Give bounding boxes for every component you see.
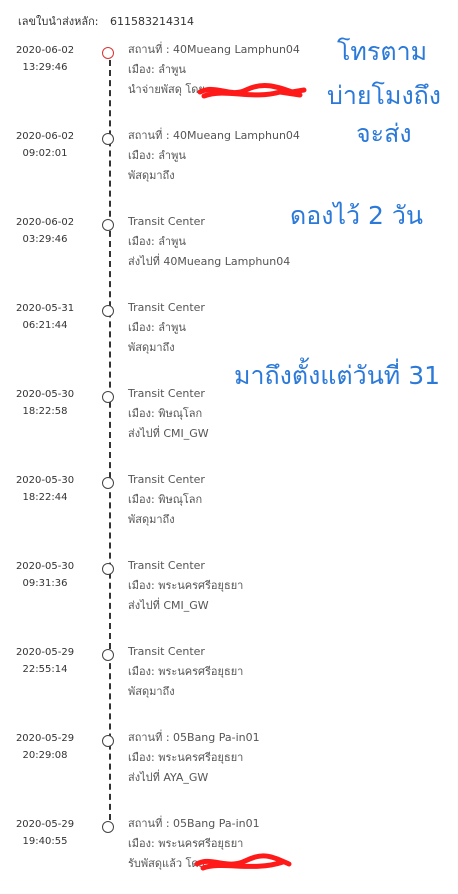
event-date: 2020-05-30 <box>15 475 75 486</box>
event-date: 2020-05-29 <box>15 647 75 658</box>
event-city: เมือง: พระนครศรีอยุธยา <box>128 751 244 764</box>
event-city: เมือง: ลำพูน <box>128 235 186 248</box>
event-date: 2020-06-02 <box>15 217 75 228</box>
event-datetime: 2020-05-29 22:55:14 <box>0 644 90 678</box>
event-time: 22:55:14 <box>22 664 68 675</box>
event-status: ส่งไปที่ 40Mueang Lamphun04 <box>128 255 291 268</box>
event-time: 09:02:01 <box>22 148 68 159</box>
redaction-scribble-1 <box>197 83 307 99</box>
timeline-dot <box>102 47 114 59</box>
event-location: สถานที่ : 40Mueang Lamphun04 <box>128 43 300 56</box>
event-date: 2020-05-29 <box>15 733 75 744</box>
event-datetime: 2020-05-30 18:22:58 <box>0 386 90 420</box>
event-time: 18:22:58 <box>22 406 68 417</box>
event-date: 2020-05-29 <box>15 819 75 830</box>
event-datetime: 2020-05-30 09:31:36 <box>0 558 90 592</box>
event-datetime: 2020-05-29 20:29:08 <box>0 730 90 764</box>
timeline-event: 2020-06-02 09:02:01 สถานที่ : 40Mueang Lam… <box>0 126 330 206</box>
annotation-call-1: โทรตาม <box>337 37 428 66</box>
event-location: Transit Center <box>128 559 205 572</box>
event-status: ส่งไปที่ AYA_GW <box>128 771 209 784</box>
timeline-event: 2020-05-29 20:29:08 สถานที่ : 05Bang Pa-in… <box>0 728 330 808</box>
event-location: Transit Center <box>128 387 205 400</box>
timeline-dot <box>102 305 114 317</box>
annotation-held: ดองไว้ 2 วัน <box>290 201 423 230</box>
event-time: 13:29:46 <box>22 62 68 73</box>
timeline-dot <box>102 649 114 661</box>
event-datetime: 2020-05-30 18:22:44 <box>0 472 90 506</box>
event-city: เมือง: พระนครศรีอยุธยา <box>128 579 244 592</box>
event-date: 2020-06-02 <box>15 131 75 142</box>
timeline-dot <box>102 477 114 489</box>
event-time: 03:29:46 <box>22 234 68 245</box>
annotation-call-2: บ่ายโมงถึง <box>327 81 442 110</box>
event-time: 19:40:55 <box>22 836 68 847</box>
event-city: เมือง: พระนครศรีอยุธยา <box>128 837 244 850</box>
event-city: เมือง: ลำพูน <box>128 321 186 334</box>
timeline-dot <box>102 133 114 145</box>
event-location: Transit Center <box>128 215 205 228</box>
event-location: สถานที่ : 40Mueang Lamphun04 <box>128 129 300 142</box>
event-datetime: 2020-06-02 09:02:01 <box>0 128 90 162</box>
event-datetime: 2020-05-31 06:21:44 <box>0 300 90 334</box>
event-city: เมือง: พระนครศรีอยุธยา <box>128 665 244 678</box>
timeline-event: 2020-05-30 18:22:44 Transit Center เมือง: พ… <box>0 470 330 550</box>
event-location: สถานที่ : 05Bang Pa-in01 <box>128 817 260 830</box>
tracking-header: เลขใบนำส่งหลัก: 611583214314 <box>18 12 194 30</box>
event-date: 2020-05-30 <box>15 389 75 400</box>
timeline-dot <box>102 391 114 403</box>
event-time: 09:31:36 <box>22 578 68 589</box>
event-city: เมือง: พิษณุโลก <box>128 493 203 506</box>
event-date: 2020-05-30 <box>15 561 75 572</box>
tracking-number: 611583214314 <box>110 15 194 28</box>
redaction-scribble-2 <box>194 853 292 871</box>
annotation-call-3: จะส่ง <box>356 119 412 148</box>
event-datetime: 2020-05-29 19:40:55 <box>0 816 90 850</box>
timeline-dot <box>102 821 114 833</box>
event-location: Transit Center <box>128 645 205 658</box>
event-city: เมือง: ลำพูน <box>128 149 186 162</box>
event-date: 2020-05-31 <box>15 303 75 314</box>
timeline-dot <box>102 219 114 231</box>
event-location: Transit Center <box>128 473 205 486</box>
event-status: ส่งไปที่ CMI_GW <box>128 599 209 612</box>
timeline-dot <box>102 735 114 747</box>
timeline-event: 2020-05-30 18:22:58 Transit Center เมือง: พ… <box>0 384 330 464</box>
annotation-arrived: มาถึงตั้งแต่วันที่ 31 <box>234 361 441 390</box>
timeline-event: 2020-06-02 03:29:46 Transit Center เมือง: ล… <box>0 212 330 292</box>
event-status: พัสดุมาถึง <box>128 513 175 526</box>
event-datetime: 2020-06-02 13:29:46 <box>0 42 90 76</box>
event-status: พัสดุมาถึง <box>128 685 175 698</box>
timeline-event: 2020-05-30 09:31:36 Transit Center เมือง: พ… <box>0 556 330 636</box>
event-location: สถานที่ : 05Bang Pa-in01 <box>128 731 260 744</box>
event-city: เมือง: ลำพูน <box>128 63 186 76</box>
event-time: 06:21:44 <box>22 320 68 331</box>
timeline-event: 2020-06-02 13:29:46 สถานที่ : 40Mueang Lam… <box>0 40 330 120</box>
event-status: ส่งไปที่ CMI_GW <box>128 427 209 440</box>
event-status: พัสดุมาถึง <box>128 341 175 354</box>
event-datetime: 2020-06-02 03:29:46 <box>0 214 90 248</box>
event-date: 2020-06-02 <box>15 45 75 56</box>
event-status: พัสดุมาถึง <box>128 169 175 182</box>
event-city: เมือง: พิษณุโลก <box>128 407 203 420</box>
timeline-event: 2020-05-29 22:55:14 Transit Center เมือง: พ… <box>0 642 330 722</box>
timeline-dot <box>102 563 114 575</box>
event-time: 20:29:08 <box>22 750 68 761</box>
event-location: Transit Center <box>128 301 205 314</box>
tracking-label: เลขใบนำส่งหลัก: <box>18 15 99 28</box>
event-time: 18:22:44 <box>22 492 68 503</box>
